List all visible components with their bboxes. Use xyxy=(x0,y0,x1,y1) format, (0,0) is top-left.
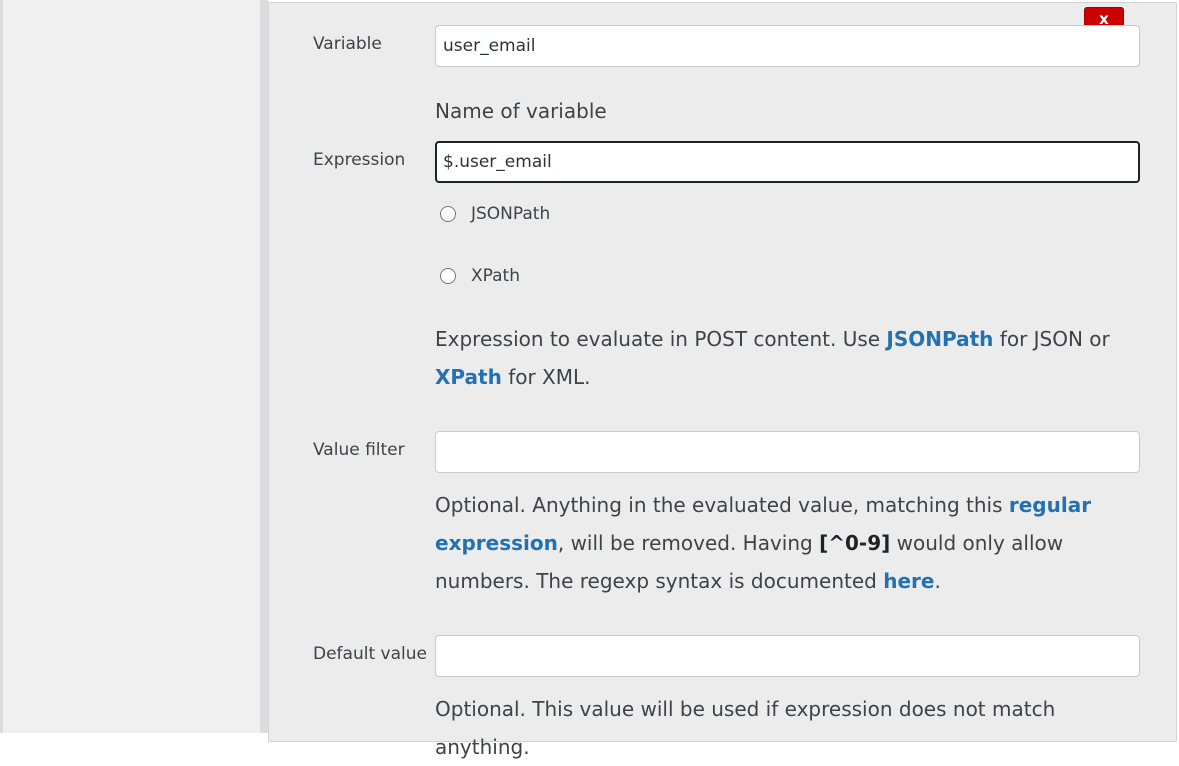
value-filter-help-suffix: . xyxy=(934,569,941,593)
xpath-radio-label[interactable]: XPath xyxy=(471,266,520,286)
xpath-link[interactable]: XPath xyxy=(435,365,502,389)
jsonpath-radio[interactable] xyxy=(440,206,456,222)
xpath-radio[interactable] xyxy=(440,268,456,284)
expression-label: Expression xyxy=(313,150,406,170)
value-filter-help-text: Optional. Anything in the evaluated valu… xyxy=(435,486,1140,600)
regexp-docs-link[interactable]: here xyxy=(883,569,934,593)
value-filter-help-prefix: Optional. Anything in the evaluated valu… xyxy=(435,493,1009,517)
default-value-input[interactable] xyxy=(435,635,1140,677)
variable-label: Variable xyxy=(313,34,382,54)
expression-input[interactable]: $.user_email xyxy=(435,141,1140,183)
value-filter-help-mid: , will be removed. Having xyxy=(557,531,820,555)
radio-option-jsonpath[interactable]: JSONPath xyxy=(440,203,550,225)
jsonpath-radio-label[interactable]: JSONPath xyxy=(471,204,550,224)
expression-help-suffix: for XML. xyxy=(501,365,591,389)
value-filter-label: Value filter xyxy=(313,440,405,460)
radio-option-xpath[interactable]: XPath xyxy=(440,265,520,287)
default-value-help-text: Optional. This value will be used if exp… xyxy=(435,697,1056,759)
jsonpath-link[interactable]: JSONPath xyxy=(886,327,993,351)
admin-sidebar xyxy=(0,0,260,733)
default-value-label: Default value xyxy=(313,644,427,664)
sidebar-divider xyxy=(260,0,268,733)
expression-help-prefix: Expression to evaluate in POST content. … xyxy=(435,327,887,351)
value-filter-input[interactable] xyxy=(435,431,1140,473)
variable-name-input[interactable]: user_email xyxy=(435,25,1140,67)
expression-help-text: Expression to evaluate in POST content. … xyxy=(435,320,1140,396)
expression-help-mid: for JSON or xyxy=(993,327,1110,351)
variable-help-text: Name of variable xyxy=(435,99,607,123)
regex-example-code: [^0-9] xyxy=(819,531,891,555)
